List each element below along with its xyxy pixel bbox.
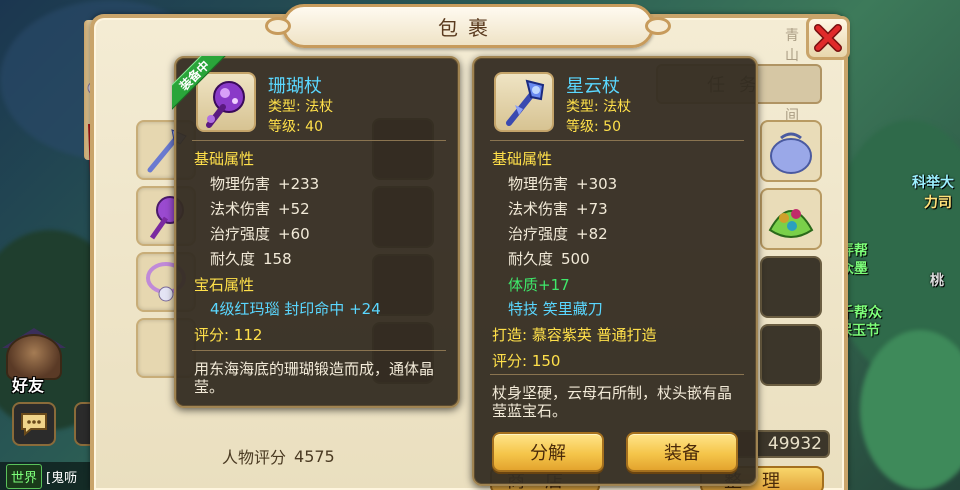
attribute-row: 耐久度 158 [210,248,292,269]
equipped-badge: 装备中 [172,56,228,112]
world-npc-name[interactable]: 力司 [924,192,952,212]
attribute-value: 158 [263,250,292,268]
inventory-slot[interactable] [760,256,822,318]
divider [192,350,446,351]
attribute-row: 物理伤害 +303 [508,173,617,194]
equipped-item-name: 珊瑚杖 [268,76,322,97]
chat-preview-text: [鬼呖 [46,470,78,486]
equipped-item-description: 用东海海底的珊瑚锻造而成，通体晶莹。 [194,360,435,396]
title-ornament [265,17,291,35]
attribute-value: +73 [576,200,608,218]
attribute-value: +303 [576,175,618,193]
window-title-plate: 包裹 青山锦绣间 [265,4,799,124]
attribute-name: 治疗强度 [210,225,271,243]
attribute-row: 耐久度 500 [508,248,590,269]
attribute-value: +82 [576,225,608,243]
attribute-name: 法术伤害 [210,200,271,218]
attribute-name: 物理伤害 [508,175,569,193]
attribute-name: 物理伤害 [210,175,271,193]
attribute-value: +233 [278,175,320,193]
gem-attributes-heading: 宝石属性 [194,276,255,294]
chat-channel-tag: 世界 [6,463,43,489]
decompose-button[interactable]: 分解 [492,432,604,472]
compare-item-type: 类型: 法杖 [566,99,632,115]
character-score-label: 人物评分 [222,448,287,467]
attribute-row: 治疗强度 +60 [210,223,310,244]
equipped-item-tooltip: 装备中 珊瑚杖 类型: 法杖 等级: 40 基础属性 物理伤害 +233 法术伤害… [172,56,460,408]
base-attributes-heading: 基础属性 [492,150,553,168]
attribute-row: 法术伤害 +52 [210,198,310,219]
character-score-value: 4575 [294,446,335,466]
friend-label[interactable]: 好友 [12,372,44,396]
attribute-name: 耐久度 [210,250,256,268]
equip-button[interactable]: 装备 [626,432,738,472]
attribute-name: 法术伤害 [508,200,569,218]
attribute-name: 治疗强度 [508,225,569,243]
bonus-attribute: 体质+17 [508,276,570,294]
title-ornament [645,17,671,35]
base-attributes-heading: 基础属性 [194,150,255,168]
inventory-slot[interactable] [760,324,822,386]
close-icon [814,24,842,52]
chat-preview-bar[interactable]: 世界 [鬼呖 [0,462,96,490]
compare-item-level: 等级: 50 [566,119,621,135]
leaf-gem-icon [768,209,814,238]
attribute-row: 治疗强度 +82 [508,223,608,244]
inventory-slot[interactable] [760,120,822,182]
chat-button[interactable] [12,402,56,446]
compare-item-icon [494,72,554,132]
attribute-value: +60 [278,225,310,243]
window-title: 包裹 [438,15,498,40]
divider [192,140,446,141]
nebula-staff-icon [506,79,545,126]
attribute-value: 500 [561,250,590,268]
divider [490,140,744,141]
attribute-name: 耐久度 [508,250,554,268]
character-score-bar: 人物评分 4575 [130,436,430,476]
compare-item-description: 杖身坚硬，云母石所制，杖头嵌有晶莹蓝宝石。 [492,384,733,420]
equipped-item-level: 等级: 40 [268,119,323,135]
compare-item-tooltip: 星云杖 类型: 法杖 等级: 50 基础属性 物理伤害 +303 法术伤害 +73 … [472,56,758,486]
world-npc-name[interactable]: 桃 [930,270,944,290]
compare-item-name: 星云杖 [566,76,620,97]
world-npc-name[interactable]: 科举大 [912,172,954,192]
compare-item-score: 评分: 150 [492,352,561,370]
attribute-value: +52 [278,200,310,218]
gem-attribute-line: 4级红玛瑙 封印命中 +24 [210,300,381,318]
equipped-badge-text: 装备中 [172,56,228,110]
pouch-icon [770,132,812,174]
divider [490,374,744,375]
close-button[interactable] [806,16,850,60]
equipped-item-type: 类型: 法杖 [268,99,334,115]
inventory-slot[interactable] [760,188,822,250]
equipped-item-score: 评分: 112 [194,326,263,344]
attribute-row: 法术伤害 +73 [508,198,608,219]
crafter-info: 打造: 慕容紫英 普通打造 [492,326,657,344]
attribute-row: 物理伤害 +233 [210,173,319,194]
chat-bubble-icon [21,413,47,437]
special-skill: 特技 笑里藏刀 [508,300,603,318]
